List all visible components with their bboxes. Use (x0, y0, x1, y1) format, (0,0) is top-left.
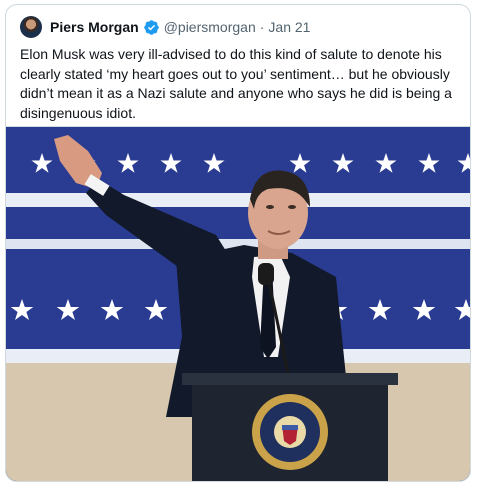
avatar[interactable] (20, 16, 42, 38)
tweet-header: Piers Morgan @piersmorgan · Jan 21 (20, 16, 310, 38)
header-separator: · (259, 19, 265, 35)
tweet-card[interactable]: Piers Morgan @piersmorgan · Jan 21 Elon … (5, 4, 471, 482)
verified-badge-icon (143, 19, 159, 35)
author-handle[interactable]: @piersmorgan (164, 18, 256, 36)
author-display-name[interactable]: Piers Morgan (50, 18, 139, 36)
media-photo (6, 127, 470, 481)
podium (182, 373, 398, 481)
tweet-text: Elon Musk was very ill-advised to do thi… (20, 46, 452, 121)
tweet-media-image[interactable] (6, 126, 470, 481)
tweet-timestamp[interactable]: Jan 21 (268, 18, 310, 36)
backdrop-stripe-top (6, 193, 470, 207)
